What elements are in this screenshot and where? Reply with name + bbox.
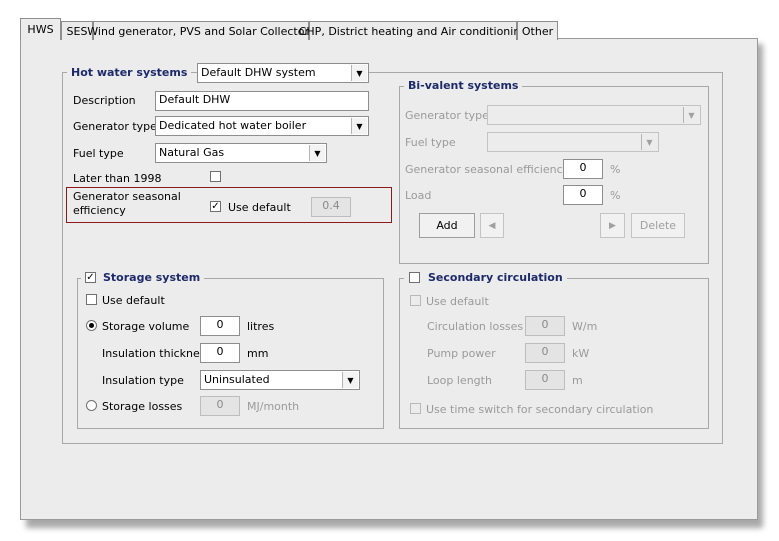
storage-system-checkbox[interactable]: ✓ [85, 272, 96, 283]
storage-use-default-label: Use default [102, 294, 165, 307]
previous-arrow-button[interactable]: ◀ [480, 213, 504, 238]
secondary-circulation-legend: Secondary circulation [404, 271, 567, 284]
fuel-type-value: Natural Gas [159, 146, 225, 159]
storage-losses-field[interactable]: 0 [200, 396, 240, 416]
insulation-type-label: Insulation type [102, 374, 184, 387]
secondary-use-default-label: Use default [426, 295, 489, 308]
tab-other[interactable]: Other [517, 21, 558, 40]
secondary-circulation-checkbox[interactable] [409, 272, 420, 283]
chevron-down-icon: ▼ [351, 118, 367, 134]
insulation-type-value: Uninsulated [204, 373, 270, 386]
efficiency-value-field[interactable]: 0.4 [311, 197, 351, 217]
delete-button[interactable]: Delete [631, 213, 685, 238]
efficiency-use-default-checkbox[interactable]: ✓ [210, 201, 221, 212]
insulation-type-select[interactable]: Uninsulated ▼ [200, 370, 360, 390]
description-label: Description [73, 94, 136, 107]
bivalent-generator-type-label: Generator type [405, 109, 489, 122]
hot-water-system-value: Default DHW system [201, 66, 316, 79]
tab-wind-pvs-solar[interactable]: Wind generator, PVS and Solar Collectors [87, 21, 315, 40]
bivalent-generator-type-select[interactable]: ▼ [487, 105, 701, 125]
generator-type-value: Dedicated hot water boiler [159, 119, 307, 132]
chevron-down-icon: ▼ [351, 65, 367, 81]
hot-water-systems-legend: Hot water systems [67, 66, 192, 79]
add-button[interactable]: Add [419, 213, 475, 238]
storage-volume-label: Storage volume [102, 320, 190, 333]
chevron-down-icon: ▼ [342, 372, 358, 388]
generator-type-select[interactable]: Dedicated hot water boiler ▼ [155, 116, 369, 136]
fuel-type-label: Fuel type [73, 147, 124, 160]
storage-volume-field[interactable]: 0 [200, 316, 240, 336]
storage-losses-radio[interactable] [86, 400, 97, 411]
time-switch-label: Use time switch for secondary circulatio… [426, 403, 654, 416]
bivalent-systems-legend: Bi-valent systems [404, 79, 523, 92]
circulation-losses-label: Circulation losses [427, 320, 524, 333]
insulation-thickness-unit: mm [247, 347, 269, 360]
circulation-losses-unit: W/m [572, 320, 598, 333]
next-arrow-button[interactable]: ▶ [600, 213, 625, 238]
chevron-down-icon: ▼ [309, 145, 325, 161]
bivalent-fuel-type-select[interactable]: ▼ [487, 132, 659, 152]
generator-type-label: Generator type [73, 120, 157, 133]
later-than-1998-checkbox[interactable] [210, 171, 221, 182]
storage-volume-radio[interactable] [86, 320, 97, 331]
storage-losses-label: Storage losses [102, 400, 183, 413]
efficiency-label-line1: Generator seasonal [73, 190, 181, 203]
insulation-thickness-field[interactable]: 0 [200, 343, 240, 363]
chevron-down-icon: ▼ [683, 107, 699, 123]
storage-losses-unit: MJ/month [247, 400, 300, 413]
loop-length-unit: m [572, 374, 583, 387]
efficiency-use-default-label: Use default [228, 201, 291, 214]
pump-power-unit: kW [572, 347, 590, 360]
secondary-use-default-checkbox[interactable] [410, 295, 421, 306]
pump-power-label: Pump power [427, 347, 496, 360]
chevron-down-icon: ▼ [641, 134, 657, 150]
storage-system-legend: Storage system [81, 271, 205, 284]
bivalent-load-unit: % [610, 189, 621, 202]
loop-length-label: Loop length [427, 374, 492, 387]
fuel-type-select[interactable]: Natural Gas ▼ [155, 143, 327, 163]
bivalent-efficiency-label: Generator seasonal efficiency [405, 163, 570, 176]
storage-volume-unit: litres [247, 320, 275, 333]
time-switch-checkbox[interactable] [410, 403, 421, 414]
tab-hws[interactable]: HWS [20, 18, 61, 40]
description-field[interactable]: Default DHW [155, 91, 369, 111]
efficiency-label-line2: efficiency [73, 204, 126, 217]
bivalent-load-field[interactable]: 0 [563, 185, 603, 205]
hot-water-system-select[interactable]: Default DHW system ▼ [197, 63, 369, 83]
circulation-losses-field[interactable]: 0 [525, 316, 565, 336]
pump-power-field[interactable]: 0 [525, 343, 565, 363]
bivalent-load-label: Load [405, 189, 432, 202]
later-than-1998-label: Later than 1998 [73, 172, 162, 185]
bivalent-efficiency-field[interactable]: 0 [563, 159, 603, 179]
storage-use-default-checkbox[interactable] [86, 294, 97, 305]
bivalent-fuel-type-label: Fuel type [405, 136, 456, 149]
bivalent-efficiency-unit: % [610, 163, 621, 176]
loop-length-field[interactable]: 0 [525, 370, 565, 390]
insulation-thickness-label: Insulation thickness [102, 347, 212, 360]
tab-chp-district-heating[interactable]: CHP, District heating and Air conditioni… [299, 21, 527, 40]
